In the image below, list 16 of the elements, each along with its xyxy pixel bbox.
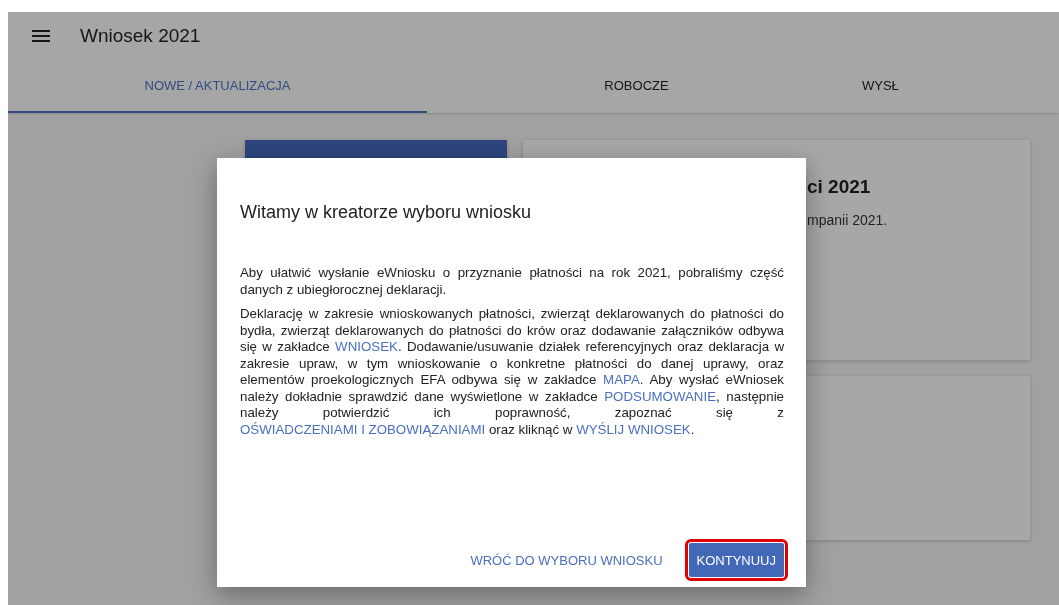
dialog-paragraph: Deklarację w zakresie wnioskowanych płatności, zwierząt deklarowanych do płatności do bydła, zwierząt deklarowanych do płatności do krów oraz dodawanie załączników odbywa się w zakładce WNIOSEK. Dodawanie/usuwanie działek referencyjnych oraz deklaracja w zakresie upraw, w tym wnioskowanie o konkretne płatności do danej uprawy, oraz elementów proekologicznych EFA odbywa się w zakładce MAPA. Aby wysłać eWniosek należy dokładnie sprawdzić dane wyświetlone w zakładce PODSUMOWANIE, następnie należy potwierdzić ich poprawność, zapoznać się z OŚWIADCZENIAMI I ZOBOWIĄZANIAMI oraz kliknąć w WYŚLIJ WNIOSEK.	[240, 306, 784, 438]
link[interactable]: PODSUMOWANIE	[604, 388, 716, 404]
tab[interactable]: ROBOCZE	[427, 60, 846, 113]
dialog-title: Witamy w kreatorze wyboru wniosku	[240, 202, 533, 223]
link[interactable]: OŚWIADCZENIAMI I ZOBOWIĄZANIAMI	[240, 421, 486, 437]
app-title: Wniosek 2021	[80, 25, 201, 47]
dialog-paragraph: Aby ułatwić wysłanie eWniosku o przyznanie płatności na rok 2021, pobraliśmy część danych z ubiegłorocznej deklaracji.	[240, 265, 784, 298]
menu-icon[interactable]	[32, 30, 50, 42]
link[interactable]: MAPA	[603, 372, 640, 387]
card-title: ci 2021	[807, 176, 872, 198]
card-text: mpanii 2021.	[807, 212, 889, 228]
tab[interactable]: WYSŁ	[846, 60, 1059, 113]
link[interactable]: WNIOSEK	[335, 339, 398, 354]
tab[interactable]: NOWE / AKTUALIZACJA	[8, 60, 427, 113]
link[interactable]: WYŚLIJ WNIOSEK	[576, 421, 691, 437]
back-button[interactable]: WRÓĆ DO WYBORU WNIOSKU	[462, 543, 671, 577]
